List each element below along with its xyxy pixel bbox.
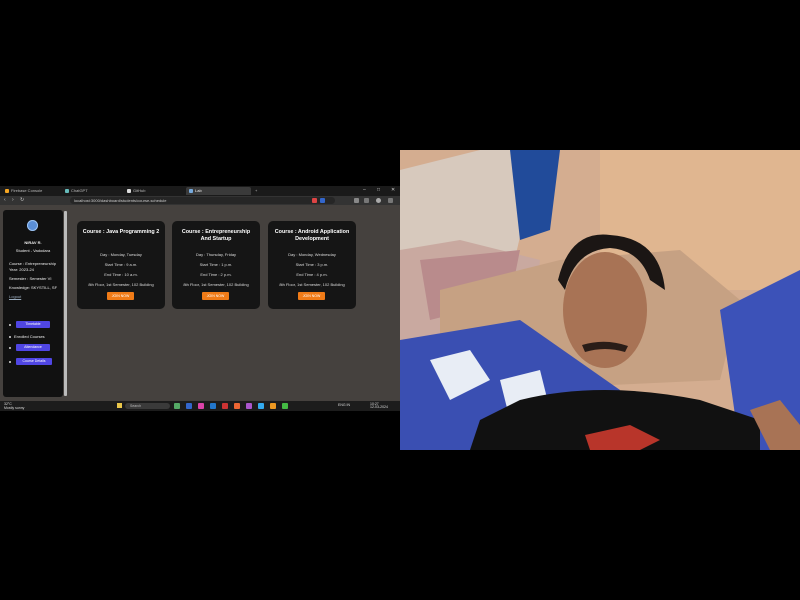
sidebar-detail: Year: 2023-24 [9, 267, 34, 272]
course-title: Course : Android Application Development [274, 229, 350, 242]
course-card: Course : Android Application Development… [268, 221, 356, 309]
extension-icon[interactable] [320, 198, 325, 203]
language-indicator[interactable]: ENG IN [338, 403, 350, 407]
app-icon[interactable] [282, 403, 288, 409]
course-card: Course : Java Programming 2 Day : Monday… [77, 221, 165, 309]
course-end: End Time : 2 p.m. [200, 272, 232, 277]
app-icon[interactable] [246, 403, 252, 409]
enrolled-courses-link[interactable]: Enrolled Courses [14, 334, 45, 339]
webcam-feed [400, 150, 800, 450]
bullet-icon [9, 324, 11, 326]
weather-widget[interactable]: 32°C Mostly sunny [4, 402, 24, 410]
course-location: 8th Floor, 1st Semester, 102 Building [279, 282, 345, 287]
windows-start-icon[interactable] [117, 403, 122, 408]
app-icon[interactable] [258, 403, 264, 409]
page-icon [189, 188, 193, 193]
maximize-icon[interactable]: □ [377, 187, 380, 193]
course-title: Course : Java Programming 2 [82, 229, 160, 235]
app-icon[interactable] [234, 403, 240, 409]
app-icon[interactable] [174, 403, 180, 409]
tab-github[interactable]: GitHub [124, 187, 185, 195]
firebase-icon [5, 188, 9, 193]
clock[interactable]: 10:27 12-03-2024 [370, 402, 388, 409]
screen-capture: Firebase Console ChatGPT GitHub Lab + – … [0, 186, 400, 411]
weather-desc: Mostly sunny [4, 406, 25, 410]
join-button[interactable]: JOIN NOW [107, 292, 134, 300]
course-day: Day : Monday, Tuesday [100, 252, 142, 257]
sidebar: NIRAV R. Student - Vadodara Course : Ent… [3, 210, 63, 397]
profile-icon[interactable] [376, 198, 381, 203]
bookmark-icon[interactable] [354, 198, 359, 203]
course-start: Start Time : 9 a.m. [104, 262, 138, 267]
taskbar: 32°C Mostly sunny Search ENG IN 10:27 12… [0, 401, 400, 411]
course-start: Start Time : 3 p.m. [295, 262, 329, 267]
course-end: End Time : 4 p.m. [296, 272, 328, 277]
url-input[interactable]: localhost:3000/dashboard/students/course… [70, 197, 335, 204]
github-icon [127, 188, 131, 193]
app-icon[interactable] [270, 403, 276, 409]
app-icon[interactable] [210, 403, 216, 409]
downloads-icon[interactable] [364, 198, 369, 203]
menu-icon[interactable] [388, 198, 393, 203]
extension-icon[interactable] [312, 198, 317, 203]
course-start: Start Time : 1 p.m. [199, 262, 233, 267]
minimize-icon[interactable]: – [363, 187, 366, 193]
sidebar-detail: Semester : Semester VI [9, 276, 52, 281]
tab-chatgpt[interactable]: ChatGPT [62, 187, 123, 195]
app-icon[interactable] [186, 403, 192, 409]
chatgpt-icon [65, 188, 69, 193]
clock-date: 12-03-2024 [370, 405, 388, 409]
back-icon[interactable]: ‹ [4, 197, 6, 204]
sidebar-detail: Knowledge: SKYSTILL, SF [9, 285, 58, 290]
app-icon[interactable] [198, 403, 204, 409]
course-location: 8th Floor, 1st Semester, 102 Building [183, 282, 249, 287]
bullet-icon [9, 361, 11, 363]
tab-active[interactable]: Lab [186, 187, 251, 195]
app-icon[interactable] [222, 403, 228, 409]
attendance-button[interactable]: Attendance [16, 344, 50, 351]
new-tab-button[interactable]: + [252, 187, 263, 195]
close-icon[interactable]: ✕ [391, 187, 395, 193]
taskbar-search-input[interactable]: Search [125, 403, 170, 409]
reload-icon[interactable]: ↻ [20, 197, 24, 204]
course-day: Day : Thursday, Friday [195, 252, 237, 257]
course-end: End Time : 10 a.m. [104, 272, 138, 277]
webcam-image [400, 150, 800, 450]
course-location: 8th Floor, 1st Semester, 102 Building [88, 282, 154, 287]
forward-icon[interactable]: › [12, 197, 14, 204]
logout-link[interactable]: Logout [9, 294, 21, 299]
timetable-button[interactable]: Timetable [16, 321, 50, 328]
profile-avatar-icon [27, 220, 38, 231]
course-day: Day : Monday, Wednesday [288, 252, 336, 257]
join-button[interactable]: JOIN NOW [298, 292, 325, 300]
tab-firebase[interactable]: Firebase Console [2, 187, 63, 195]
bullet-icon [9, 336, 11, 338]
join-button[interactable]: JOIN NOW [202, 292, 229, 300]
sidebar-detail: Course : Entrepreneurship [9, 261, 56, 266]
course-title: Course : Entrepreneurship And Startup [181, 229, 251, 242]
address-bar-row: ‹ › ↻ localhost:3000/dashboard/students/… [0, 196, 400, 205]
browser-tab-strip: Firebase Console ChatGPT GitHub Lab + – … [0, 186, 400, 196]
student-role: Student - Vadodara [15, 248, 51, 253]
web-page: NIRAV R. Student - Vadodara Course : Ent… [0, 205, 400, 401]
scrollbar[interactable] [64, 211, 67, 396]
course-details-button[interactable]: Course Details [16, 358, 52, 365]
course-card: Course : Entrepreneurship And Startup Da… [172, 221, 260, 309]
student-name: NIRAV R. [24, 240, 42, 245]
bullet-icon [9, 347, 11, 349]
